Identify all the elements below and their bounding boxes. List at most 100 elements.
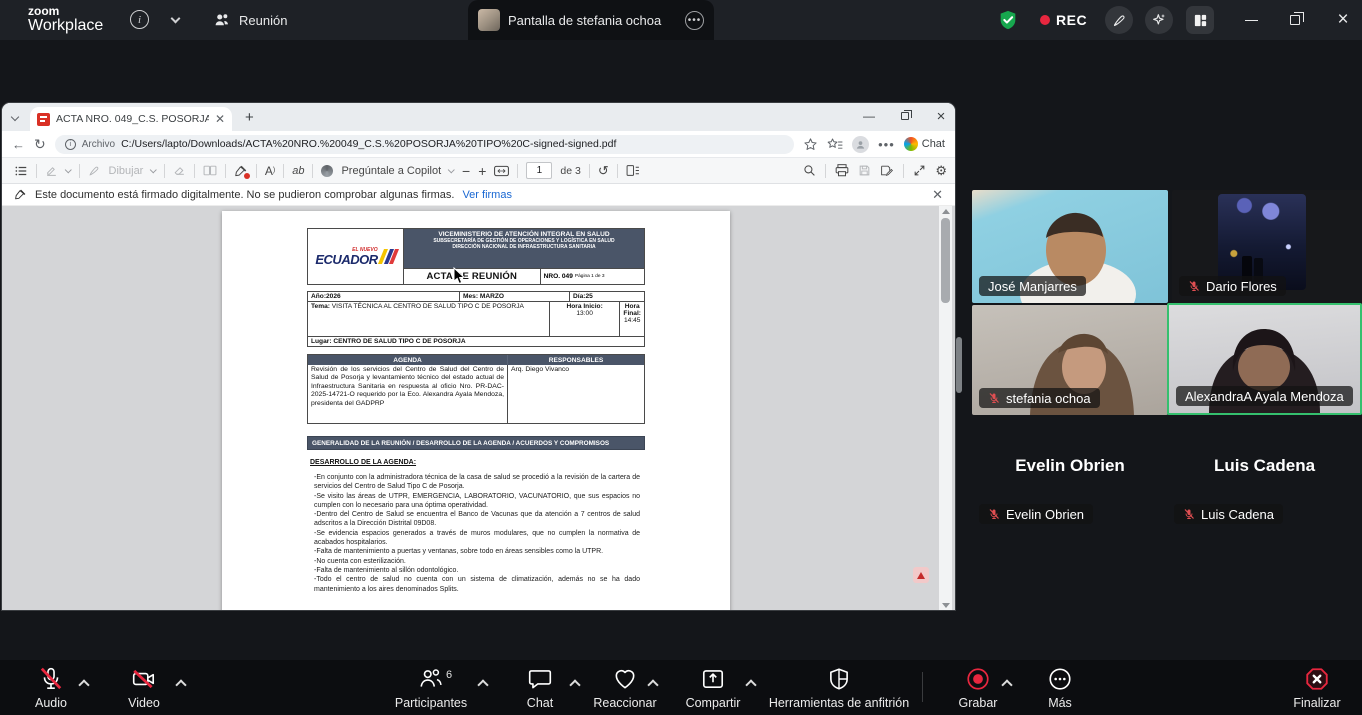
- participants-panel-scrollbar[interactable]: [956, 337, 962, 393]
- zoom-out-icon[interactable]: −: [462, 163, 470, 179]
- heart-icon: [612, 666, 638, 692]
- doc-paragraph: -Falta de mantenimiento al sillón odonto…: [314, 566, 640, 575]
- more-button[interactable]: Más: [1020, 666, 1100, 710]
- save-icon[interactable]: [858, 164, 871, 177]
- share-button[interactable]: Compartir: [673, 666, 753, 710]
- tab-options-icon[interactable]: •••: [685, 11, 704, 30]
- org-header: VICEMINISTERIO DE ATENCIÓN INTEGRAL EN S…: [404, 229, 644, 268]
- save-as-icon[interactable]: [880, 164, 894, 177]
- zoom-in-icon[interactable]: +: [478, 163, 486, 179]
- video-tile-evelin-obrien[interactable]: Evelin Obrien Evelin Obrien: [972, 420, 1168, 538]
- acta-title: ACTA DE REUNIÓN: [404, 269, 541, 284]
- name-label-alexandra: AlexandraA Ayala Mendoza: [1176, 386, 1353, 406]
- share-label: Compartir: [686, 696, 741, 710]
- doc-paragraph: -Falta de mantenimiento a puertas y vent…: [314, 547, 640, 556]
- view-layout-button[interactable]: [1186, 6, 1214, 34]
- highlighter-chevron-icon[interactable]: [65, 167, 71, 173]
- chevron-down-icon[interactable]: [171, 14, 181, 24]
- name-label-jose: José Manjarres: [979, 276, 1086, 296]
- browser-tab-pdf[interactable]: ACTA NRO. 049_C.S. POSORJA TIP... ✕: [30, 107, 232, 131]
- tab-search-chevron-icon[interactable]: [11, 113, 19, 121]
- browser-restore-button[interactable]: [890, 103, 920, 129]
- zoom-titlebar: zoom Workplace i Reunión Pantalla de ste…: [0, 0, 1362, 40]
- doc-paragraph: -En conjunto con la administradora técni…: [314, 473, 640, 492]
- favorite-star-icon[interactable]: [803, 137, 818, 152]
- muted-mic-icon: [988, 508, 1000, 520]
- window-minimize-button[interactable]: [1236, 0, 1266, 40]
- page-number-input[interactable]: [526, 162, 552, 179]
- refresh-icon[interactable]: ↻: [34, 136, 46, 153]
- host-tools-shield-icon: [826, 666, 852, 692]
- signature-warning-bar: Este documento está firmado digitalmente…: [2, 184, 955, 206]
- name-label-evelin: Evelin Obrien: [979, 504, 1093, 524]
- window-restore-button[interactable]: [1280, 0, 1310, 40]
- name-label-dario: Dario Flores: [1179, 276, 1286, 296]
- draw-label[interactable]: Dibujar: [109, 165, 144, 177]
- draw-chevron-icon[interactable]: [150, 167, 156, 173]
- presenter-avatar: [478, 9, 500, 31]
- adobe-acrobat-badge[interactable]: [913, 567, 929, 583]
- pdf-toolbar: Dibujar A) ab Pregúntale a Copilot − +: [2, 158, 955, 184]
- meeting-info-icon[interactable]: i: [130, 10, 149, 29]
- ai-companion-button[interactable]: [1145, 6, 1173, 34]
- copilot-ask-label[interactable]: Pregúntale a Copilot: [341, 165, 441, 177]
- scroll-down-icon[interactable]: [942, 603, 950, 608]
- page-view-icon[interactable]: [203, 164, 217, 177]
- ver-firmas-link[interactable]: Ver firmas: [462, 189, 512, 201]
- host-tools-button[interactable]: Herramientas de anfitrión: [759, 666, 919, 710]
- security-shield-icon[interactable]: [997, 9, 1019, 31]
- pdf-scrollbar-thumb[interactable]: [941, 218, 950, 303]
- profile-avatar-icon[interactable]: [852, 136, 869, 153]
- favorites-bar-icon[interactable]: [827, 137, 843, 152]
- tab-meeting[interactable]: Reunión: [213, 0, 287, 40]
- search-icon[interactable]: [803, 164, 816, 177]
- tab-shared-screen[interactable]: Pantalla de stefania ochoa •••: [468, 0, 714, 40]
- page-layout-icon[interactable]: [626, 164, 640, 177]
- new-tab-button[interactable]: +: [245, 109, 254, 126]
- archivo-label: Archivo: [82, 139, 115, 150]
- video-tile-dario-flores[interactable]: Dario Flores: [1172, 190, 1362, 303]
- page-total-label: de 3: [560, 165, 580, 177]
- tab-close-icon[interactable]: ✕: [215, 112, 225, 126]
- eraser-icon[interactable]: [173, 164, 186, 177]
- browser-close-button[interactable]: ×: [926, 103, 955, 129]
- chat-button[interactable]: Chat: [500, 666, 580, 710]
- print-icon[interactable]: [835, 164, 849, 177]
- video-tile-stefania-ochoa[interactable]: stefania ochoa: [972, 305, 1168, 415]
- fit-width-icon[interactable]: [494, 165, 509, 177]
- warning-close-icon[interactable]: ✕: [932, 187, 943, 203]
- video-tile-luis-cadena[interactable]: Luis Cadena Luis Cadena: [1167, 420, 1362, 538]
- settings-gear-icon[interactable]: ⚙: [935, 163, 947, 179]
- read-aloud-icon[interactable]: A): [265, 164, 275, 178]
- tab-shared-screen-label: Pantalla de stefania ochoa: [508, 13, 661, 28]
- browser-minimize-button[interactable]: —: [854, 103, 884, 129]
- pdf-scrollbar[interactable]: [939, 206, 952, 610]
- contents-icon[interactable]: [14, 164, 28, 178]
- draw-icon[interactable]: [88, 164, 101, 177]
- end-meeting-button[interactable]: Finalizar: [1277, 666, 1357, 710]
- video-button[interactable]: Video: [104, 666, 184, 710]
- audio-button[interactable]: Audio: [11, 666, 91, 710]
- expand-icon[interactable]: [913, 164, 926, 177]
- highlighter-icon[interactable]: [45, 164, 58, 177]
- pdf-document-area[interactable]: EL NUEVO ECUADOR VICEMINISTERIO DE ATENC…: [2, 206, 955, 610]
- video-tile-alexandra-active-speaker[interactable]: AlexandraA Ayala Mendoza: [1167, 303, 1362, 415]
- signature-icon[interactable]: [234, 164, 248, 178]
- participants-button[interactable]: Participantes: [381, 666, 481, 710]
- annotate-button[interactable]: [1105, 6, 1133, 34]
- file-info-icon[interactable]: i: [65, 139, 76, 150]
- zoom-workplace-logo: zoom Workplace: [28, 5, 103, 34]
- name-label-luis: Luis Cadena: [1174, 504, 1283, 524]
- scroll-up-icon[interactable]: [942, 209, 950, 214]
- back-icon[interactable]: ←: [12, 137, 25, 152]
- doc-paragraphs: -En conjunto con la administradora técni…: [314, 473, 640, 594]
- url-field[interactable]: i Archivo C:/Users/lapto/Downloads/ACTA%…: [55, 135, 794, 154]
- browser-menu-icon[interactable]: •••: [878, 137, 895, 152]
- video-tile-jose-manjarres[interactable]: José Manjarres: [972, 190, 1168, 303]
- muted-mic-icon: [988, 392, 1000, 404]
- copilot-chevron-icon[interactable]: [448, 167, 454, 173]
- rotate-icon[interactable]: ↺: [598, 163, 609, 179]
- copilot-chat-button[interactable]: Chat: [904, 137, 945, 151]
- text-tools-icon[interactable]: ab: [292, 165, 304, 177]
- window-close-button[interactable]: ×: [1328, 0, 1358, 40]
